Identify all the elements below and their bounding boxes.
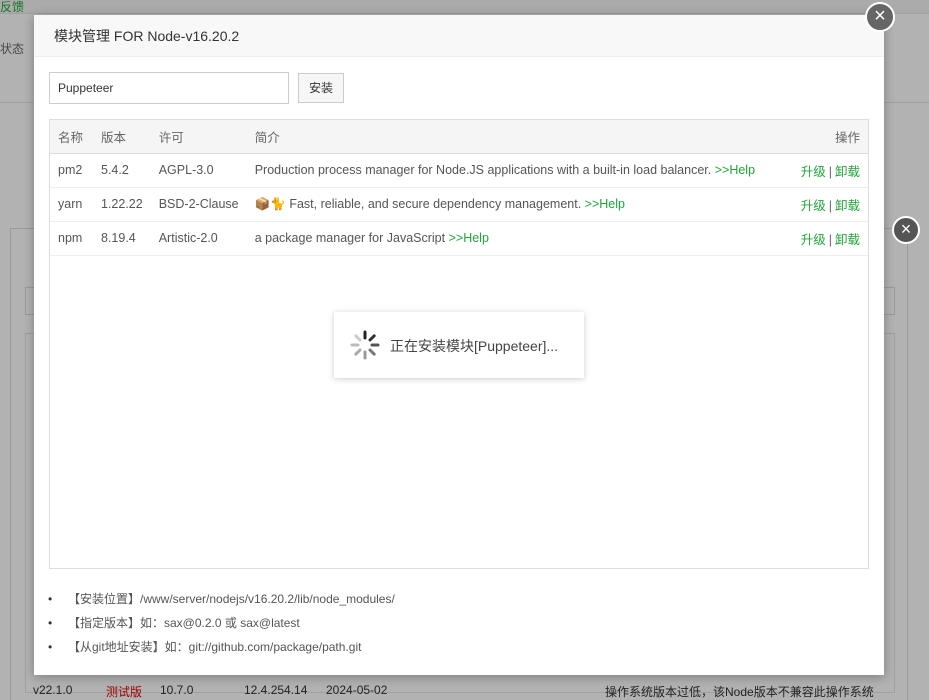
module-name: pm2 xyxy=(50,153,93,188)
dialog-title: 模块管理 FOR Node-v16.20.2 xyxy=(34,15,884,57)
note-git-install: 【从git地址安装】如：git://github.com/package/pat… xyxy=(48,635,395,659)
help-notes: 【安装位置】/www/server/nodejs/v16.20.2/lib/no… xyxy=(48,587,395,659)
uninstall-link[interactable]: 卸载 xyxy=(835,199,860,213)
module-description: a package manager for JavaScript >>Help xyxy=(246,221,788,256)
module-license: Artistic-2.0 xyxy=(150,221,247,256)
uninstall-link[interactable]: 卸载 xyxy=(835,165,860,179)
loading-message: 正在安装模块[Puppeteer]... xyxy=(390,338,559,354)
table-row: npm 8.19.4 Artistic-2.0 a package manage… xyxy=(50,221,868,256)
module-version: 1.22.22 xyxy=(93,187,151,222)
loading-toast: 正在安装模块[Puppeteer]... xyxy=(334,312,584,378)
module-name-input[interactable] xyxy=(49,72,289,104)
column-header-name: 名称 xyxy=(50,120,93,154)
table-header-row: 名称 版本 许可 简介 操作 xyxy=(50,120,868,154)
column-header-license: 许可 xyxy=(150,120,247,154)
module-actions: 升级 | 卸载 xyxy=(788,221,868,256)
note-install-location: 【安装位置】/www/server/nodejs/v16.20.2/lib/no… xyxy=(48,587,395,611)
install-button[interactable]: 安装 xyxy=(298,73,344,103)
action-separator: | xyxy=(828,164,832,179)
table-row: pm2 5.4.2 AGPL-3.0 Production process ma… xyxy=(50,153,868,188)
module-name: npm xyxy=(50,221,93,256)
description-text: Production process manager for Node.JS a… xyxy=(254,163,712,177)
column-header-version: 版本 xyxy=(93,120,151,154)
module-license: BSD-2-Clause xyxy=(150,187,247,222)
action-separator: | xyxy=(828,198,832,213)
help-link[interactable]: >>Help xyxy=(585,197,625,211)
help-link[interactable]: >>Help xyxy=(715,163,755,177)
loading-spinner-icon xyxy=(350,330,380,360)
module-description: Production process manager for Node.JS a… xyxy=(246,153,788,188)
close-icon[interactable]: × xyxy=(892,216,920,244)
help-link[interactable]: >>Help xyxy=(449,231,489,245)
description-text: a package manager for JavaScript xyxy=(254,231,446,245)
module-actions: 升级 | 卸载 xyxy=(788,187,868,222)
upgrade-link[interactable]: 升级 xyxy=(801,199,826,213)
note-specify-version: 【指定版本】如：sax@0.2.0 或 sax@latest xyxy=(48,611,395,635)
upgrade-link[interactable]: 升级 xyxy=(801,233,826,247)
close-icon[interactable]: × xyxy=(865,2,895,32)
module-license: AGPL-3.0 xyxy=(150,153,247,188)
action-separator: | xyxy=(828,232,832,247)
module-description: 📦🐈 Fast, reliable, and secure dependency… xyxy=(246,187,788,222)
uninstall-link[interactable]: 卸载 xyxy=(835,233,860,247)
column-header-actions: 操作 xyxy=(788,120,868,154)
description-text: 📦🐈 Fast, reliable, and secure dependency… xyxy=(254,196,582,211)
module-name: yarn xyxy=(50,187,93,222)
upgrade-link[interactable]: 升级 xyxy=(801,165,826,179)
column-header-description: 简介 xyxy=(246,120,788,154)
module-version: 8.19.4 xyxy=(93,221,151,256)
module-actions: 升级 | 卸载 xyxy=(788,153,868,188)
table-row: yarn 1.22.22 BSD-2-Clause 📦🐈 Fast, relia… xyxy=(50,187,868,222)
module-version: 5.4.2 xyxy=(93,153,151,188)
